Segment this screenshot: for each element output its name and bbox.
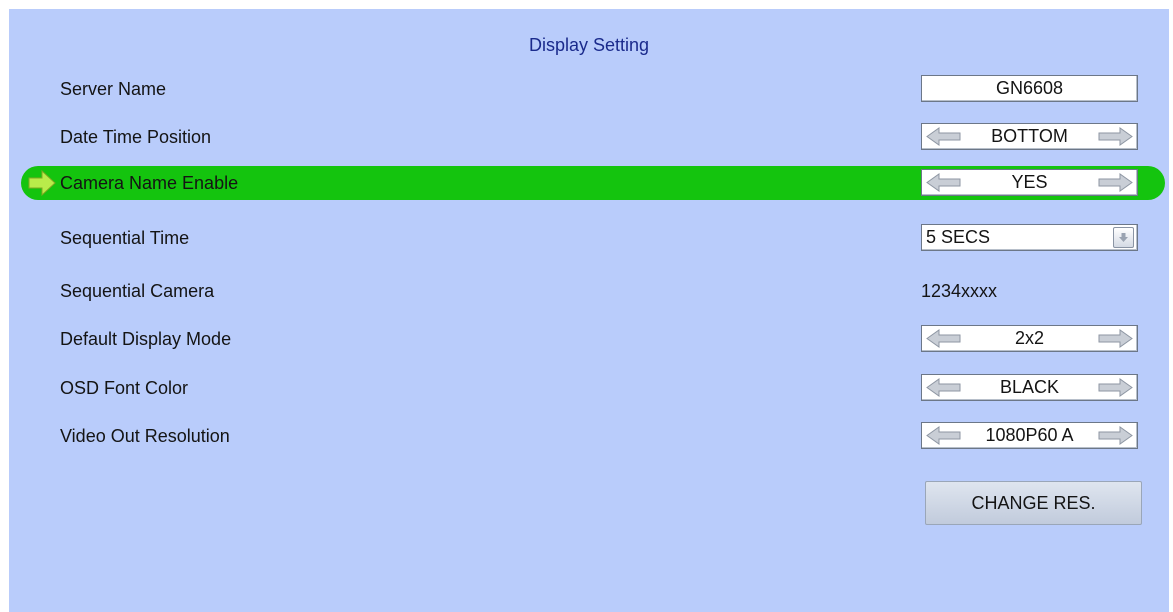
osd-font-color-label: OSD Font Color [60,378,189,398]
default-display-mode-selector[interactable]: 2x2 [921,325,1138,352]
server-name-field[interactable]: GN6608 [921,75,1138,102]
osd-font-color-value: BLACK [999,377,1060,397]
date-time-position-label: Date Time Position [60,127,212,147]
arrow-right-icon[interactable] [1096,126,1134,147]
sequential-time-value: 5 SECS [926,227,991,247]
arrow-left-icon[interactable] [925,328,963,349]
setting-row-video-out-resolution: Video Out Resolution 1080P60 A [9,419,1169,453]
server-name-value: GN6608 [995,78,1064,98]
arrow-left-icon[interactable] [925,425,963,446]
camera-name-enable-value: YES [1011,172,1048,192]
sequential-time-dropdown[interactable]: 5 SECS [921,224,1138,251]
date-time-position-selector[interactable]: BOTTOM [921,123,1138,150]
arrow-right-icon[interactable] [1096,172,1134,193]
camera-name-enable-selector[interactable]: YES [921,169,1138,196]
setting-row-sequential-camera: Sequential Camera 1234xxxx [9,274,1169,308]
change-res-button[interactable]: CHANGE RES. [925,481,1142,525]
selection-pointer-arrow-icon [28,169,56,197]
osd-font-color-selector[interactable]: BLACK [921,374,1138,401]
setting-row-server-name: Server Name GN6608 [9,72,1169,106]
arrow-right-icon[interactable] [1096,377,1134,398]
sequential-camera-label: Sequential Camera [60,281,215,301]
arrow-right-icon[interactable] [1096,328,1134,349]
setting-row-default-display-mode: Default Display Mode 2x2 [9,322,1169,356]
video-out-resolution-selector[interactable]: 1080P60 A [921,422,1138,449]
setting-row-osd-font-color: OSD Font Color BLACK [9,371,1169,405]
video-out-resolution-value: 1080P60 A [985,425,1074,445]
setting-row-date-time-position: Date Time Position BOTTOM [9,120,1169,154]
dropdown-button[interactable] [1113,227,1134,248]
display-setting-panel: Display Setting Server Name GN6608 Date … [9,9,1169,612]
setting-row-sequential-time: Sequential Time 5 SECS [9,221,1169,255]
arrow-left-icon[interactable] [925,377,963,398]
setting-row-camera-name-enable[interactable]: Camera Name Enable YES [9,166,1169,200]
date-time-position-value: BOTTOM [991,126,1068,146]
camera-name-enable-label: Camera Name Enable [60,173,239,193]
page-title: Display Setting [528,35,650,55]
arrow-right-icon[interactable] [1096,425,1134,446]
default-display-mode-value: 2x2 [1014,328,1045,348]
chevron-down-icon [1119,233,1128,242]
default-display-mode-label: Default Display Mode [60,329,232,349]
sequential-time-label: Sequential Time [60,228,190,248]
arrow-left-icon[interactable] [925,126,963,147]
server-name-label: Server Name [60,79,167,99]
arrow-left-icon[interactable] [925,172,963,193]
video-out-resolution-label: Video Out Resolution [60,426,230,446]
sequential-camera-value[interactable]: 1234xxxx [921,274,997,308]
